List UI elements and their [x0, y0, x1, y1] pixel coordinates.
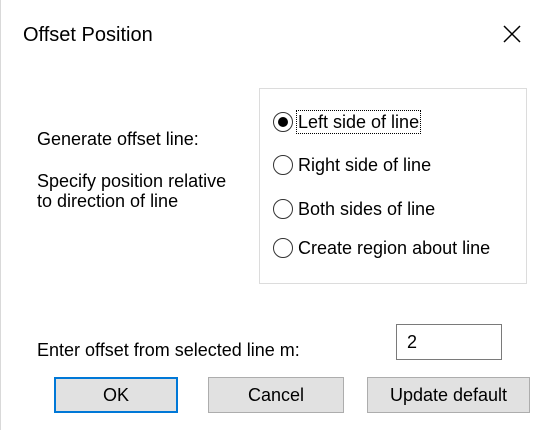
radio-label-both-sides: Both sides of line [298, 199, 436, 219]
offset-prompt-label: Enter offset from selected line m: [37, 340, 300, 360]
title-bar: Offset Position [1, 0, 542, 74]
offset-position-dialog: Offset Position Generate offset line: Sp… [0, 0, 541, 430]
radio-right-side[interactable]: Right side of line [273, 151, 432, 179]
radio-button[interactable] [273, 238, 293, 258]
radio-label-left-side: Left side of line [295, 110, 422, 134]
radio-label-right-side: Right side of line [298, 155, 432, 175]
radio-left-side[interactable]: Left side of line [273, 108, 422, 136]
radio-button[interactable] [273, 199, 293, 219]
radio-button-checked[interactable] [273, 112, 293, 132]
radio-both-sides[interactable]: Both sides of line [273, 195, 436, 223]
radio-create-region[interactable]: Create region about line [273, 234, 491, 262]
update-default-button[interactable]: Update default [367, 377, 530, 413]
generate-offset-label: Generate offset line: [37, 129, 199, 149]
dialog-title: Offset Position [23, 24, 153, 46]
offset-input[interactable] [396, 324, 502, 360]
radio-button[interactable] [273, 155, 293, 175]
close-button[interactable] [482, 6, 542, 62]
ok-button[interactable]: OK [54, 377, 178, 413]
close-icon [503, 25, 521, 43]
cancel-button[interactable]: Cancel [208, 377, 344, 413]
radio-label-create-region: Create region about line [298, 238, 491, 258]
specify-position-label: Specify position relative to direction o… [37, 171, 227, 211]
